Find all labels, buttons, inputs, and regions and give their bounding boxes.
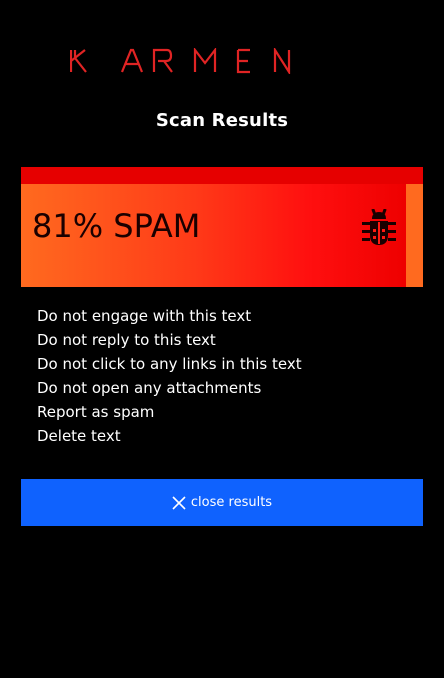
- bug-icon: [361, 208, 397, 249]
- advice-item: Do not open any attachments: [37, 379, 262, 397]
- spam-score-label: 81% SPAM: [32, 207, 201, 245]
- result-top-bar: [21, 167, 423, 184]
- advice-item: Report as spam: [37, 403, 155, 421]
- karmen-logo: [70, 48, 292, 74]
- result-side-strip: [406, 184, 423, 287]
- page-title: Scan Results: [155, 110, 289, 131]
- scan-result-card: 81% SPAM: [21, 167, 423, 287]
- advice-item: Do not reply to this text: [37, 331, 216, 349]
- advice-item: Do not click to any links in this text: [37, 355, 302, 373]
- advice-item: Delete text: [37, 427, 121, 445]
- advice-list: Do not engage with this text Do not repl…: [37, 304, 302, 448]
- close-results-button[interactable]: close results: [21, 479, 423, 526]
- close-results-label: close results: [190, 495, 273, 510]
- advice-item: Do not engage with this text: [37, 307, 252, 325]
- close-icon: [172, 495, 186, 510]
